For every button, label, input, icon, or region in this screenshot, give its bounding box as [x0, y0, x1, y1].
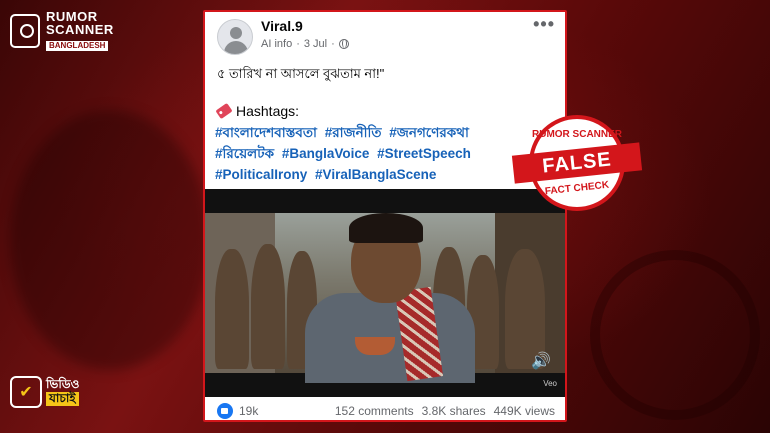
play-check-icon: ✔	[10, 376, 42, 408]
hashtag-link[interactable]: #বাংলাদেশবাস্তবতা	[215, 125, 317, 140]
reaction-count[interactable]: 19k	[239, 404, 258, 418]
logo-line-3: BANGLADESH	[46, 41, 109, 51]
avatar[interactable]	[217, 19, 253, 55]
hashtag-link[interactable]: #StreetSpeech	[377, 146, 471, 161]
false-fact-check-stamp: RUMOR SCANNER FALSE FACT CHECK	[511, 115, 643, 215]
video-verification-badge: ✔ ভিডিও যাচাই	[10, 376, 80, 408]
hashtag-link[interactable]: #জনগণেরকথা	[389, 125, 469, 140]
hashtags-heading-text: Hashtags:	[236, 103, 300, 119]
comment-count[interactable]: 152 comments	[335, 404, 414, 418]
facebook-post-card: Viral.9 AI info · 3 Jul · ••• ৫ তারিখ না…	[203, 10, 567, 422]
share-count[interactable]: 3.8K shares	[422, 404, 486, 418]
hashtag-link[interactable]: #PoliticalIrony	[215, 167, 307, 182]
hashtag-list: #বাংলাদেশবাস্তবতা #রাজনীতি #জনগণেরকথা #র…	[215, 122, 563, 185]
hashtag-link[interactable]: #রিয়েলটক	[215, 146, 274, 161]
author-name[interactable]: Viral.9	[261, 18, 303, 34]
background-decoration	[590, 250, 760, 420]
post-meta: AI info · 3 Jul ·	[261, 38, 349, 50]
ai-info-label[interactable]: AI info	[261, 38, 292, 50]
stamp-top-text: RUMOR SCANNER	[532, 129, 622, 140]
phone-scan-icon	[10, 14, 40, 48]
post-date[interactable]: 3 Jul	[304, 38, 327, 50]
volume-icon[interactable]: 🔊	[531, 351, 551, 371]
video-watermark: Veo	[543, 379, 557, 388]
like-reaction-icon[interactable]	[217, 403, 233, 419]
badge-line-1: ভিডিও	[46, 377, 80, 392]
post-header: Viral.9 AI info · 3 Jul · •••	[205, 12, 565, 64]
engagement-bar: 19k 152 comments 3.8K shares 449K views	[205, 399, 565, 420]
globe-icon	[338, 39, 349, 49]
background-decoration	[10, 110, 210, 370]
view-count: 449K views	[493, 404, 555, 418]
video-player[interactable]: 🔊 Veo	[205, 189, 565, 397]
more-options-icon[interactable]: •••	[533, 14, 555, 35]
label-tag-icon	[215, 102, 233, 120]
hashtags-heading: Hashtags:	[215, 102, 300, 120]
post-text: ৫ তারিখ না আসলে বুঝতাম না!"	[217, 66, 385, 81]
hashtag-link[interactable]: #রাজনীতি	[325, 125, 382, 140]
badge-line-2: যাচাই	[46, 391, 80, 406]
hashtag-link[interactable]: #ViralBanglaScene	[315, 167, 436, 182]
rumor-scanner-logo: RUMOR SCANNER BANGLADESH	[10, 10, 114, 52]
hashtag-link[interactable]: #BanglaVoice	[282, 146, 370, 161]
logo-line-2: SCANNER	[46, 22, 114, 37]
